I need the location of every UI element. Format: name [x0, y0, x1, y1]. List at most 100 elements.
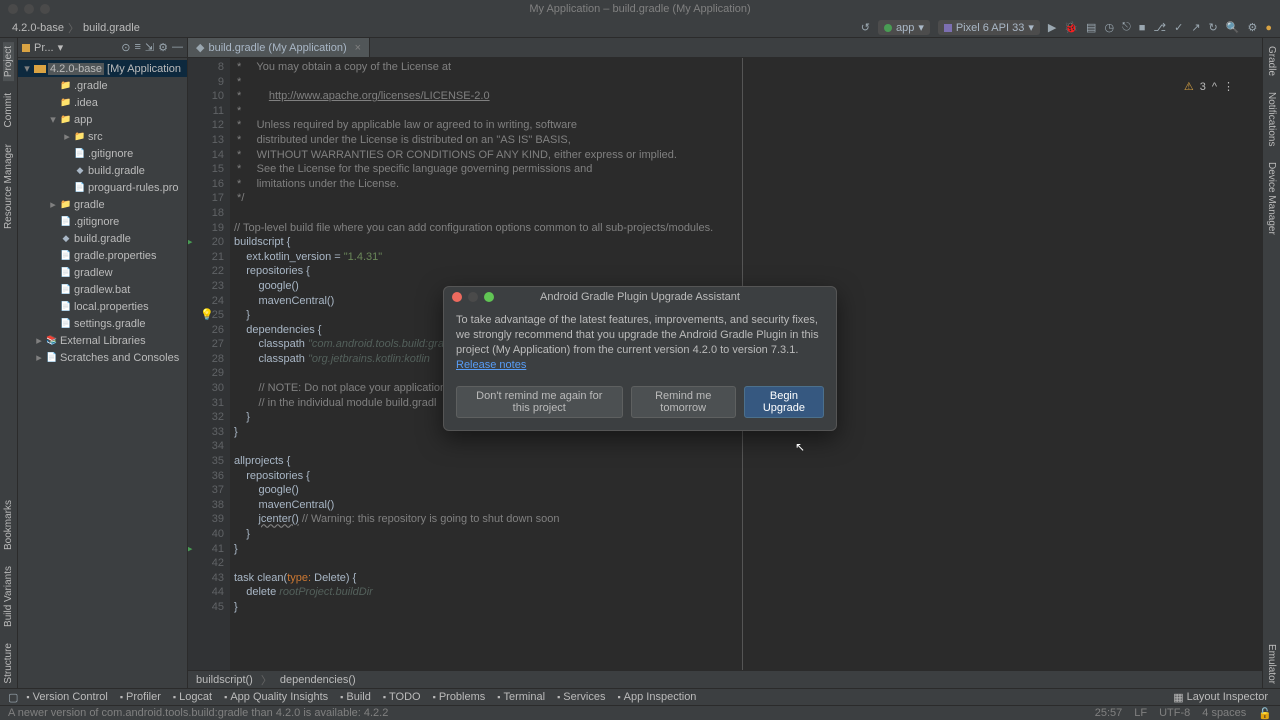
hide-tools-icon[interactable]: ▢ — [8, 691, 18, 704]
tool-app-inspection[interactable]: ▪App Inspection — [613, 691, 700, 703]
project-tree[interactable]: ▾ 4.2.0-base [My Application 📁.gradle📁.i… — [18, 58, 187, 368]
collapse-icon[interactable]: ⇲ — [145, 41, 154, 54]
update-icon[interactable]: ↻ — [1209, 21, 1218, 34]
commit-tool[interactable]: Commit — [3, 89, 14, 131]
gradle-tool[interactable]: Gradle — [1266, 42, 1277, 80]
tree-item[interactable]: 📁.gradle — [18, 77, 187, 94]
notifications-tool[interactable]: Notifications — [1266, 88, 1277, 150]
select-opened-icon[interactable]: ⊙ — [121, 41, 130, 54]
tree-item[interactable]: 📄settings.gradle — [18, 315, 187, 332]
build-variants-tool[interactable]: Build Variants — [3, 562, 14, 631]
tool-profiler[interactable]: ▪Profiler — [116, 691, 165, 703]
tree-item[interactable]: 📁.idea — [18, 94, 187, 111]
tree-item[interactable]: 📄gradlew — [18, 264, 187, 281]
remind-tomorrow-button[interactable]: Remind me tomorrow — [631, 386, 736, 418]
status-message[interactable]: A newer version of com.android.tools.bui… — [8, 707, 388, 719]
mac-window-controls[interactable] — [8, 4, 50, 14]
right-tool-strip: Gradle Notifications Device Manager Emul… — [1262, 38, 1280, 688]
project-panel: Pr... ▾ ⊙ ≡ ⇲ ⚙ — ▾ 4.2.0-base [My Appli… — [18, 38, 188, 688]
tool-terminal[interactable]: ▪Terminal — [493, 691, 549, 703]
profile-icon[interactable]: ◷ — [1104, 21, 1114, 34]
tree-item[interactable]: ◆build.gradle — [18, 230, 187, 247]
navigation-bar: 4.2.0-base 〉 build.gradle ↺ app ▾ Pixel … — [0, 18, 1280, 38]
dialog-close-icon[interactable] — [452, 292, 462, 302]
tree-item[interactable]: 📄.gitignore — [18, 213, 187, 230]
tool-problems[interactable]: ▪Problems — [429, 691, 490, 703]
line-separator[interactable]: LF — [1134, 707, 1147, 720]
editor-breadcrumbs[interactable]: buildscript() 〉 dependencies() — [188, 670, 1262, 688]
sync-icon[interactable]: ↺ — [861, 21, 870, 34]
window-titlebar: My Application – build.gradle (My Applic… — [0, 0, 1280, 18]
tree-item[interactable]: 📄proguard-rules.pro — [18, 179, 187, 196]
tool-version-control[interactable]: ▪Version Control — [22, 691, 111, 703]
close-icon[interactable]: × — [355, 42, 361, 54]
tree-item[interactable]: ▸📄Scratches and Consoles — [18, 349, 187, 366]
commit-icon[interactable]: ✓ — [1174, 21, 1183, 34]
debug-icon[interactable]: 🐞 — [1064, 21, 1078, 34]
tree-item[interactable]: ▸📚External Libraries — [18, 332, 187, 349]
dialog-zoom-icon[interactable] — [484, 292, 494, 302]
tool-services[interactable]: ▪Services — [553, 691, 609, 703]
tree-item[interactable]: 📄gradle.properties — [18, 247, 187, 264]
settings-icon[interactable]: ⚙ — [1247, 21, 1257, 34]
tool-app-quality-insights[interactable]: ▪App Quality Insights — [220, 691, 332, 703]
layout-icon: ▦ — [1173, 691, 1183, 704]
tool-todo[interactable]: ▪TODO — [379, 691, 425, 703]
bookmarks-tool[interactable]: Bookmarks — [3, 496, 14, 554]
begin-upgrade-button[interactable]: Begin Upgrade — [744, 386, 824, 418]
encoding[interactable]: UTF-8 — [1159, 707, 1190, 720]
breadcrumb-1[interactable]: buildscript() — [196, 674, 253, 686]
dialog-title: Android Gradle Plugin Upgrade Assistant — [540, 291, 740, 303]
resource-manager-tool[interactable]: Resource Manager — [3, 140, 14, 233]
lock-icon[interactable]: 🔓 — [1258, 707, 1272, 720]
push-icon[interactable]: ↗ — [1191, 21, 1200, 34]
folder-icon — [22, 44, 30, 52]
inspection-widget[interactable]: ⚠ 3 ^ ⋮ — [1184, 80, 1234, 93]
tool-logcat[interactable]: ▪Logcat — [169, 691, 216, 703]
module-icon — [34, 65, 46, 73]
tree-item[interactable]: 📄local.properties — [18, 298, 187, 315]
hide-icon[interactable]: — — [172, 41, 183, 54]
stop-icon[interactable]: ■ — [1139, 22, 1146, 34]
device-manager-tool[interactable]: Device Manager — [1266, 158, 1277, 239]
tool-build[interactable]: ▪Build — [336, 691, 375, 703]
attach-icon[interactable]: ⎋ — [1122, 21, 1131, 34]
upgrade-dialog: Android Gradle Plugin Upgrade Assistant … — [443, 286, 837, 431]
tree-item[interactable]: ◆build.gradle — [18, 162, 187, 179]
tree-item[interactable]: ▸📁gradle — [18, 196, 187, 213]
coverage-icon[interactable]: ▤ — [1086, 21, 1096, 34]
dialog-minimize-icon — [468, 292, 478, 302]
tree-item[interactable]: ▸📁src — [18, 128, 187, 145]
breadcrumb-2[interactable]: dependencies() — [280, 674, 356, 686]
run-config-selector[interactable]: app ▾ — [878, 20, 930, 35]
tree-item[interactable]: 📄gradlew.bat — [18, 281, 187, 298]
indent[interactable]: 4 spaces — [1202, 707, 1246, 720]
structure-tool[interactable]: Structure — [3, 639, 14, 688]
line-gutter[interactable]: 8910111213141516171819▶2021222324💡252627… — [188, 58, 230, 670]
emulator-tool[interactable]: Emulator — [1266, 640, 1277, 688]
dialog-body-text: To take advantage of the latest features… — [456, 314, 819, 356]
project-tool[interactable]: Project — [3, 42, 14, 81]
device-icon — [944, 24, 952, 32]
device-selector[interactable]: Pixel 6 API 33 ▾ — [938, 20, 1040, 35]
breadcrumb-root[interactable]: 4.2.0-base — [8, 22, 68, 34]
expand-all-icon[interactable]: ≡ — [134, 41, 140, 54]
search-icon[interactable]: 🔍 — [1226, 21, 1240, 34]
dont-remind-button[interactable]: Don't remind me again for this project — [456, 386, 623, 418]
gear-icon[interactable]: ⚙ — [158, 41, 168, 54]
tree-item[interactable]: ▾📁app — [18, 111, 187, 128]
tab-build-gradle[interactable]: ◆ build.gradle (My Application) × — [188, 38, 370, 57]
gradle-icon: ◆ — [196, 41, 204, 54]
breadcrumb-file[interactable]: build.gradle — [79, 22, 144, 34]
run-icon[interactable]: ▶ — [1048, 21, 1056, 34]
git-icon[interactable]: ⎇ — [1153, 21, 1166, 34]
release-notes-link[interactable]: Release notes — [456, 359, 526, 371]
layout-inspector-tool[interactable]: ▦ Layout Inspector — [1169, 691, 1272, 704]
panel-title-text[interactable]: Pr... — [34, 42, 54, 54]
caret-position[interactable]: 25:57 — [1095, 707, 1123, 720]
tree-item[interactable]: 📄.gitignore — [18, 145, 187, 162]
tree-root[interactable]: ▾ 4.2.0-base [My Application — [18, 60, 187, 77]
avatar-icon[interactable]: ● — [1265, 22, 1272, 34]
dialog-titlebar[interactable]: Android Gradle Plugin Upgrade Assistant — [444, 287, 836, 307]
editor-tabs: ◆ build.gradle (My Application) × — [188, 38, 1262, 58]
